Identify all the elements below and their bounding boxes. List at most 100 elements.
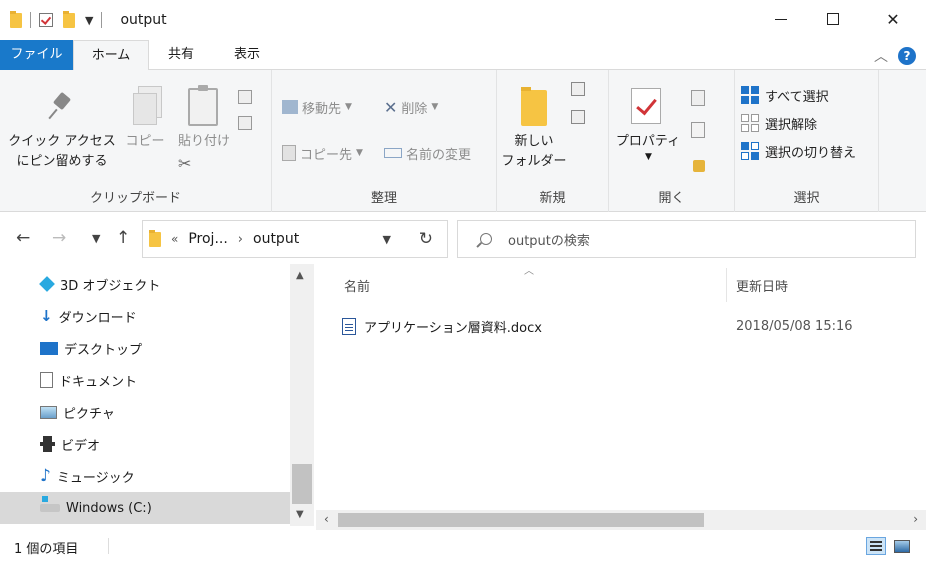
help-icon[interactable]: ?: [898, 47, 916, 65]
select-all-button[interactable]: すべて選択: [741, 84, 829, 106]
back-arrow-icon[interactable]: ←: [16, 228, 30, 248]
chevron-down-icon: ▼: [356, 148, 363, 158]
minimize-button[interactable]: [758, 0, 804, 38]
nav-item-label: デスクトップ: [64, 342, 143, 358]
navigation-bar: ← → ▼ ↑ « Proj... › output ▼ ↻ outputの検索: [0, 218, 926, 262]
rename-button[interactable]: 名前の変更: [384, 142, 471, 164]
recent-locations-dropdown-icon[interactable]: ▼: [92, 232, 100, 245]
pin-quick-access-button[interactable]: クイック アクセス にピン留めする: [8, 132, 116, 172]
nav-item-desktop[interactable]: デスクトップ: [40, 332, 142, 364]
delete-button[interactable]: ✕ 削除 ▼: [384, 96, 438, 118]
paste-shortcut-icon[interactable]: [238, 116, 252, 130]
file-list: ︿ 名前 更新日時 アプリケーション層資料.docx 2018/05/08 15…: [320, 262, 926, 510]
nav-item-label: ダウンロード: [58, 310, 137, 326]
customize-toolbar-dropdown-icon[interactable]: ▼: [85, 14, 93, 27]
scroll-down-icon[interactable]: ▼: [296, 509, 304, 520]
cube-icon: [39, 276, 55, 292]
scroll-left-icon[interactable]: ‹: [324, 512, 329, 526]
folder-icon: [149, 229, 161, 247]
column-divider[interactable]: [726, 268, 727, 302]
music-icon: ♪: [40, 466, 51, 486]
select-none-button[interactable]: 選択解除: [741, 112, 817, 134]
refresh-icon[interactable]: ↻: [419, 229, 433, 249]
folder-icon: [10, 10, 22, 28]
tab-file[interactable]: ファイル: [0, 40, 73, 70]
move-to-button[interactable]: 移動先 ▼: [282, 96, 352, 118]
nav-item-label: ビデオ: [61, 438, 101, 454]
pin-label-line1: クイック アクセス: [8, 134, 116, 149]
status-bar: 1 個の項目: [0, 530, 926, 563]
pin-label-line2: にピン留めする: [16, 154, 108, 169]
invert-selection-button[interactable]: 選択の切り替え: [741, 140, 856, 162]
nav-item-windows-c[interactable]: Windows (C:): [0, 492, 290, 524]
pin-icon: [50, 92, 72, 122]
copy-to-label: コピー先: [300, 147, 353, 163]
ribbon-tabs: ファイル ホーム 共有 表示 ︿ ?: [0, 40, 926, 71]
easy-access-icon[interactable]: [571, 110, 585, 124]
search-input[interactable]: outputの検索: [508, 230, 590, 249]
column-header-date[interactable]: 更新日時: [736, 276, 788, 295]
nav-pane-scrollbar[interactable]: ▲ ▼: [290, 264, 314, 526]
scroll-right-icon[interactable]: ›: [913, 512, 918, 526]
cut-icon[interactable]: ✂: [178, 154, 191, 173]
copy-to-button[interactable]: コピー先 ▼: [282, 142, 363, 164]
copy-path-icon[interactable]: [238, 90, 252, 104]
properties-button[interactable]: プロパティ: [613, 132, 683, 152]
copy-button[interactable]: コピー: [122, 132, 168, 152]
nav-item-pictures[interactable]: ピクチャ: [40, 396, 115, 428]
rename-icon: [384, 148, 402, 158]
pictures-icon: [40, 405, 57, 419]
documents-icon: [40, 372, 53, 388]
address-bar[interactable]: « Proj... › output ▼ ↻: [142, 220, 448, 258]
tab-view[interactable]: 表示: [224, 40, 270, 70]
select-none-label: 選択解除: [765, 117, 818, 133]
invert-selection-icon: [741, 142, 759, 160]
open-group-label: 開く: [658, 191, 685, 206]
forward-arrow-icon[interactable]: →: [52, 228, 66, 248]
nav-item-music[interactable]: ♪ ミュージック: [40, 460, 135, 492]
scrollbar-thumb[interactable]: [338, 513, 704, 527]
delete-icon: ✕: [384, 97, 398, 117]
chevron-down-icon: ▼: [645, 152, 652, 162]
address-dropdown-icon[interactable]: ▼: [383, 233, 391, 246]
scrollbar-thumb[interactable]: [292, 464, 312, 504]
maximize-button[interactable]: [810, 0, 856, 38]
collapse-ribbon-icon[interactable]: ︿: [874, 46, 888, 66]
nav-item-videos[interactable]: ビデオ: [40, 428, 100, 460]
file-list-horizontal-scrollbar[interactable]: ‹ ›: [316, 510, 926, 530]
paste-button[interactable]: 貼り付け: [172, 132, 236, 152]
delete-label: 削除: [401, 101, 428, 117]
open-icon[interactable]: [691, 90, 705, 106]
edit-icon[interactable]: [691, 122, 705, 138]
properties-icon: [631, 88, 661, 124]
open-group: プロパティ ▼ 開く: [609, 70, 735, 212]
tab-share[interactable]: 共有: [158, 40, 204, 70]
new-item-icon[interactable]: [571, 82, 585, 96]
details-view-icon[interactable]: [866, 537, 886, 555]
scroll-up-icon[interactable]: ▲: [296, 270, 304, 281]
file-row[interactable]: アプリケーション層資料.docx 2018/05/08 15:16: [342, 312, 922, 340]
new-folder-button[interactable]: 新しい フォルダー: [501, 132, 567, 172]
item-count: 1 個の項目: [14, 542, 79, 557]
large-icons-view-icon[interactable]: [892, 537, 912, 555]
select-group: すべて選択 選択解除 選択の切り替え 選択: [735, 70, 879, 212]
nav-item-3d-objects[interactable]: 3D オブジェクト: [39, 268, 160, 300]
breadcrumb-separator-icon[interactable]: ›: [238, 232, 243, 247]
search-box[interactable]: outputの検索: [457, 220, 916, 258]
new-folder-label-line2: フォルダー: [501, 154, 567, 169]
up-arrow-icon[interactable]: ↑: [116, 228, 130, 248]
copy-to-icon: [282, 145, 296, 161]
breadcrumb-proj[interactable]: Proj...: [188, 231, 227, 247]
tab-home[interactable]: ホーム: [73, 40, 149, 71]
close-button[interactable]: ✕: [870, 0, 916, 38]
nav-item-documents[interactable]: ドキュメント: [40, 364, 137, 396]
new-folder-icon[interactable]: [63, 10, 75, 28]
new-folder-icon: [521, 87, 547, 126]
properties-icon[interactable]: [39, 13, 53, 27]
history-icon[interactable]: [693, 160, 705, 172]
nav-item-downloads[interactable]: ↓ ダウンロード: [40, 300, 137, 332]
breadcrumb-output[interactable]: output: [253, 231, 299, 247]
breadcrumb-overflow[interactable]: «: [171, 232, 178, 246]
nav-item-label: ドキュメント: [59, 374, 138, 390]
column-header-name[interactable]: 名前: [344, 276, 370, 295]
